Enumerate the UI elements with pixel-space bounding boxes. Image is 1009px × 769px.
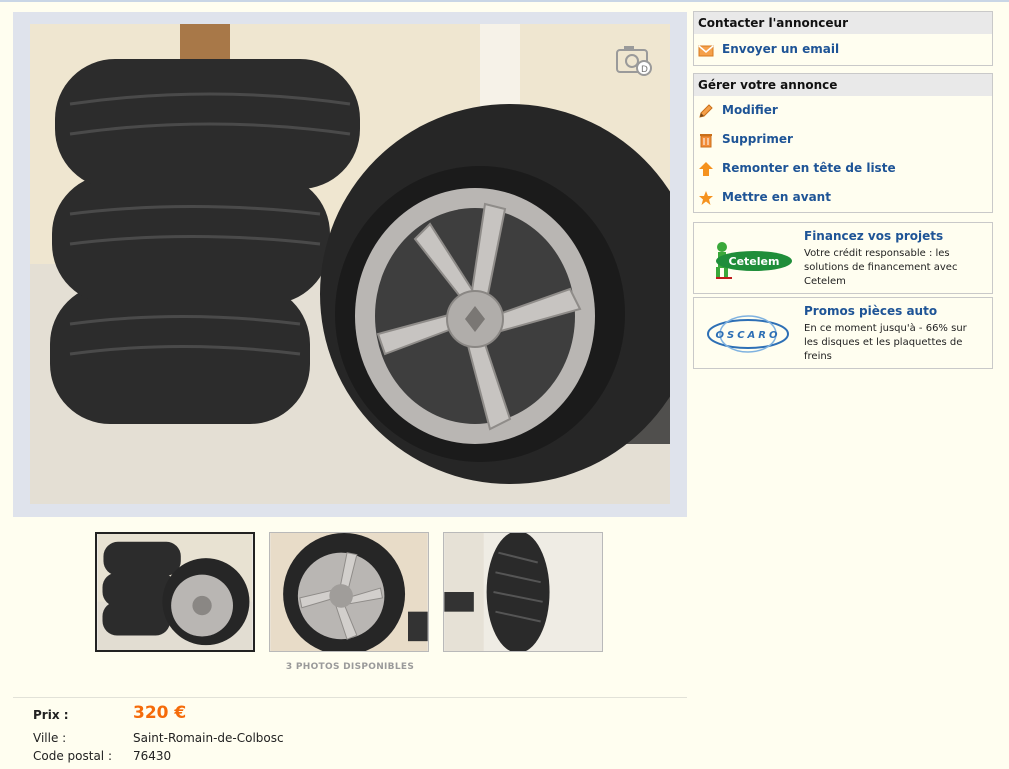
- city-value: Saint-Romain-de-Colbosc: [133, 731, 284, 745]
- postal-value: 76430: [133, 749, 172, 763]
- envelope-icon: [698, 45, 714, 57]
- trash-icon: [700, 134, 712, 148]
- bump-link[interactable]: Remonter en tête de liste: [694, 154, 992, 183]
- send-email-label: Envoyer un email: [722, 42, 840, 56]
- contact-box: Contacter l'annonceur Envoyer un email: [693, 11, 993, 66]
- price-label: Prix :: [33, 708, 69, 722]
- oscaro-logo: OSCARO: [707, 315, 789, 353]
- promo-cetelem[interactable]: Cetelem Financez vos projets Votre crédi…: [693, 222, 993, 294]
- star-icon: [699, 191, 713, 205]
- cetelem-logo: Cetelem: [716, 242, 792, 279]
- edit-link[interactable]: Modifier: [694, 96, 992, 125]
- camera-icon: D: [616, 46, 652, 76]
- price-value: 320 €: [133, 703, 187, 723]
- svg-text:Cetelem: Cetelem: [729, 255, 780, 268]
- delete-link[interactable]: Supprimer: [694, 125, 992, 154]
- feature-link[interactable]: Mettre en avant: [694, 183, 992, 212]
- delete-label: Supprimer: [722, 132, 793, 146]
- photos-count-label: 3 PHOTOS DISPONIBLES: [285, 662, 415, 672]
- promo-oscaro-text: En ce moment jusqu'à - 66% sur les disqu…: [804, 323, 967, 362]
- feature-label: Mettre en avant: [722, 190, 831, 204]
- promo-oscaro-title[interactable]: Promos pièces auto: [804, 304, 937, 318]
- edit-label: Modifier: [722, 103, 778, 117]
- promo-oscaro[interactable]: OSCARO Promos pièces auto En ce moment j…: [693, 297, 993, 369]
- promo-cetelem-text: Votre crédit responsable : les solutions…: [804, 248, 958, 287]
- arrow-up-icon: [699, 162, 713, 176]
- thumbnail-3[interactable]: [443, 532, 603, 652]
- manage-header: Gérer votre annonce: [694, 74, 992, 96]
- thumbnail-2[interactable]: [269, 532, 429, 652]
- thumbnail-1[interactable]: [95, 532, 255, 652]
- section-divider: [13, 697, 687, 698]
- promo-cetelem-title[interactable]: Financez vos projets: [804, 229, 943, 243]
- manage-box: Gérer votre annonce Modifier Supprimer R…: [693, 73, 993, 213]
- svg-text:D: D: [641, 65, 648, 75]
- top-border: [0, 0, 1009, 2]
- bump-label: Remonter en tête de liste: [722, 161, 896, 175]
- svg-text:OSCARO: OSCARO: [716, 330, 781, 341]
- postal-label: Code postal :: [33, 749, 112, 763]
- city-label: Ville :: [33, 731, 67, 745]
- main-photo[interactable]: D: [30, 24, 670, 504]
- send-email-link[interactable]: Envoyer un email: [694, 34, 992, 65]
- main-photo-frame: D: [13, 12, 687, 517]
- contact-header: Contacter l'annonceur: [694, 12, 992, 34]
- pencil-icon: [699, 104, 713, 118]
